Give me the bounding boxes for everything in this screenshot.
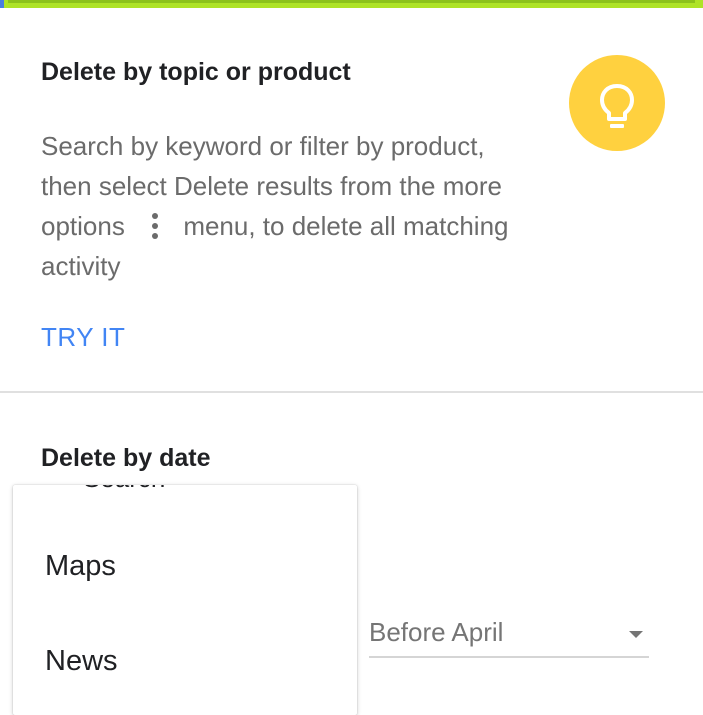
try-it-button[interactable]: TRY IT	[41, 322, 125, 353]
top-accent-strip	[0, 0, 703, 8]
date-card-title: Delete by date	[41, 444, 211, 472]
dropdown-arrow-icon	[629, 631, 643, 638]
dropdown-item-search[interactable]: Search	[83, 485, 165, 494]
topic-card-description: Search by keyword or filter by product, …	[41, 126, 531, 286]
dropdown-item-news[interactable]: News	[45, 645, 118, 678]
strip-highlight-line	[8, 0, 695, 3]
dropdown-item-maps[interactable]: Maps	[45, 550, 116, 583]
date-range-value: Before April	[369, 617, 504, 647]
topic-card-title: Delete by topic or product	[41, 58, 351, 86]
section-divider	[0, 391, 703, 393]
left-edge-accent	[0, 0, 4, 8]
more-vert-icon	[152, 213, 159, 240]
product-dropdown-menu[interactable]: Search Maps News	[13, 485, 357, 715]
lightbulb-icon	[569, 55, 665, 151]
date-range-select[interactable]: Before April	[369, 612, 649, 658]
